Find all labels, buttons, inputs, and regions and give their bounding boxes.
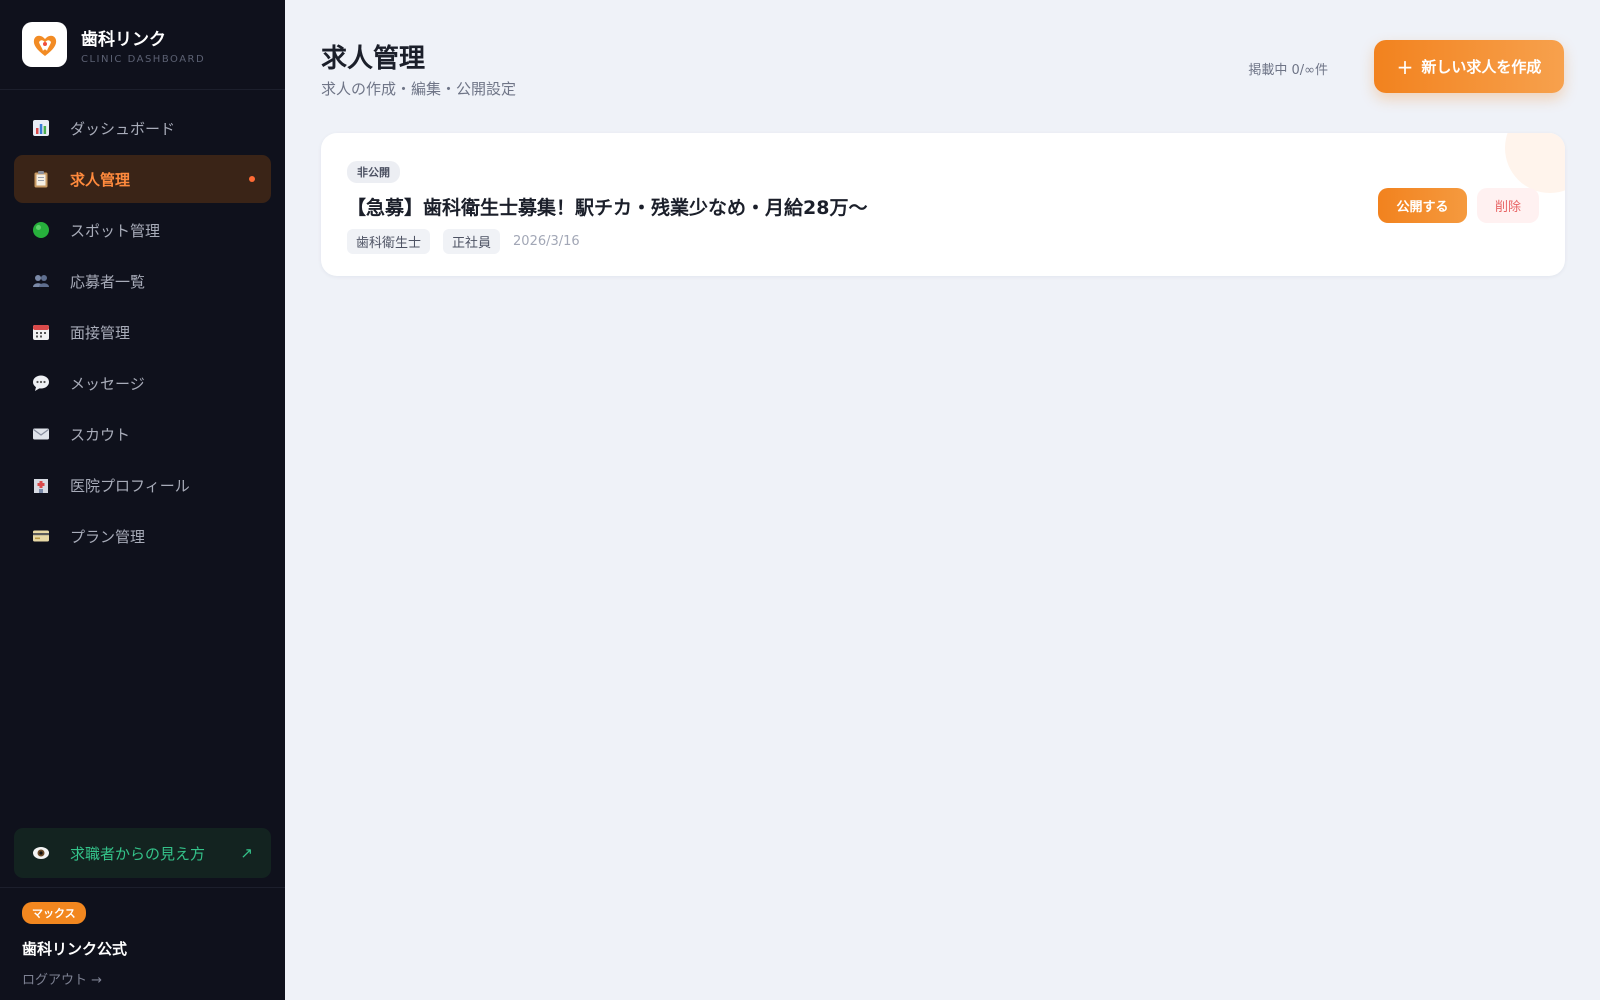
brand-text: 歯科リンク CLINIC DASHBOARD <box>81 25 205 65</box>
sidebar-item-interviews[interactable]: 面接管理 <box>14 308 271 356</box>
sidebar-item-label: 求人管理 <box>70 170 131 189</box>
sidebar-item-plan-management[interactable]: プラン管理 <box>14 512 271 560</box>
brand-logo[interactable] <box>22 22 67 67</box>
sidebar-item-spot-management[interactable]: スポット管理 <box>14 206 271 254</box>
sidebar-item-job-management[interactable]: 求人管理 <box>14 155 271 203</box>
envelope-icon <box>30 423 52 445</box>
sidebar-item-label: スポット管理 <box>70 221 161 240</box>
tooth-heart-logo-icon <box>33 35 56 56</box>
main-content: 求人管理 求人の作成・編集・公開設定 掲載中 0/∞件 + 新しい求人を作成 非… <box>285 0 1600 1000</box>
bar-chart-icon <box>30 117 52 139</box>
sidebar-item-clinic-profile[interactable]: 医院プロフィール <box>14 461 271 509</box>
page-title: 求人管理 <box>321 44 426 74</box>
green-circle-icon <box>30 219 52 241</box>
sidebar-item-label: 医院プロフィール <box>70 476 190 495</box>
brand-header: 歯科リンク CLINIC DASHBOARD <box>0 0 285 90</box>
sidebar: 歯科リンク CLINIC DASHBOARD ダッシュボード 求人管理 スポット… <box>0 0 285 1000</box>
calendar-icon <box>30 321 52 343</box>
sidebar-item-label: メッセージ <box>70 374 145 393</box>
job-card[interactable]: 非公開 【急募】歯科衛生士募集！駅チカ・残業少なめ・月給28万〜 歯科衛生士 正… <box>321 133 1565 276</box>
publish-button[interactable]: 公開する <box>1378 188 1467 223</box>
plus-icon: + <box>1396 54 1414 79</box>
account-section: マックス 歯科リンク公式 ログアウト → <box>0 887 285 1000</box>
brand-subtitle: CLINIC DASHBOARD <box>81 53 206 65</box>
hospital-icon <box>30 474 52 496</box>
brand-name: 歯科リンク <box>81 29 166 50</box>
clipboard-icon <box>30 168 52 190</box>
job-title[interactable]: 【急募】歯科衛生士募集！駅チカ・残業少なめ・月給28万〜 <box>347 193 867 220</box>
delete-button[interactable]: 削除 <box>1477 188 1539 223</box>
sidebar-item-applicants[interactable]: 応募者一覧 <box>14 257 271 305</box>
eye-icon <box>30 842 52 864</box>
employment-type-tag: 正社員 <box>443 229 501 254</box>
active-indicator-dot <box>249 176 255 182</box>
logout-link[interactable]: ログアウト → <box>22 969 263 988</box>
create-job-button[interactable]: + 新しい求人を作成 <box>1374 40 1564 93</box>
sidebar-item-label: 応募者一覧 <box>70 272 146 291</box>
listing-count: 掲載中 0/∞件 <box>1248 63 1328 78</box>
sidebar-item-label: プラン管理 <box>70 527 146 546</box>
sidebar-item-label: スカウト <box>70 425 131 444</box>
speech-bubble-icon <box>30 372 52 394</box>
plan-badge: マックス <box>22 902 86 924</box>
credit-card-icon <box>30 525 52 547</box>
page-subtitle: 求人の作成・編集・公開設定 <box>321 80 517 98</box>
sidebar-nav: ダッシュボード 求人管理 スポット管理 応募者一覧 面接管理 メッセージ スカウ… <box>0 90 285 560</box>
sidebar-item-label: 面接管理 <box>70 323 131 342</box>
seeker-view-link[interactable]: 求職者からの見え方 ↗ <box>14 828 271 878</box>
job-meta: 歯科衛生士 正社員 2026/3/16 <box>347 229 580 254</box>
sidebar-item-label: ダッシュボード <box>70 119 176 138</box>
create-job-label: 新しい求人を作成 <box>1421 58 1542 76</box>
sidebar-item-messages[interactable]: メッセージ <box>14 359 271 407</box>
people-icon <box>30 270 52 292</box>
external-link-arrow-icon: ↗ <box>240 844 253 862</box>
sidebar-item-dashboard[interactable]: ダッシュボード <box>14 104 271 152</box>
account-name: 歯科リンク公式 <box>22 940 128 958</box>
card-decoration <box>1505 133 1565 193</box>
status-badge: 非公開 <box>347 161 400 183</box>
sidebar-item-scout[interactable]: スカウト <box>14 410 271 458</box>
job-date: 2026/3/16 <box>513 234 580 249</box>
job-role-tag: 歯科衛生士 <box>347 229 431 254</box>
seeker-view-label: 求職者からの見え方 <box>70 844 206 863</box>
